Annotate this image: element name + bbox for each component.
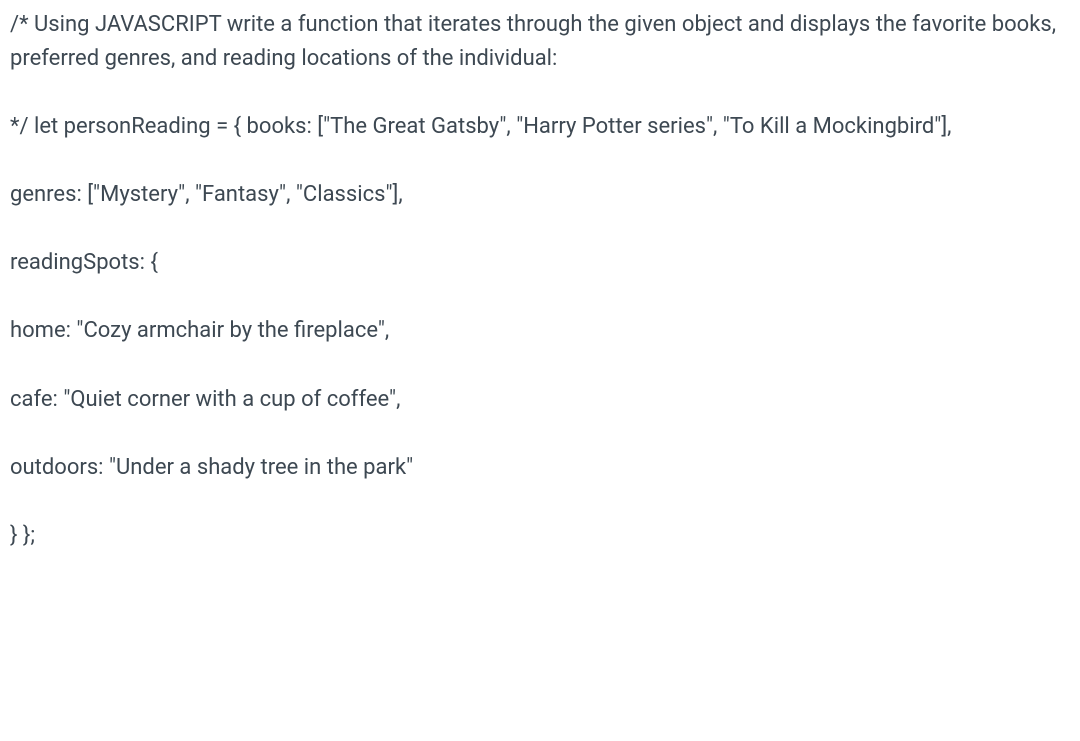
code-genres: genres: ["Mystery", "Fantasy", "Classics… <box>10 178 1070 212</box>
code-let-declaration: */ let personReading = { books: ["The Gr… <box>10 110 1070 144</box>
code-readingspots-open: readingSpots: { <box>10 246 1070 280</box>
comment-instruction: /* Using JAVASCRIPT write a function tha… <box>10 8 1070 76</box>
code-outdoors: outdoors: "Under a shady tree in the par… <box>10 451 1070 485</box>
code-close: } }; <box>10 519 1070 553</box>
code-cafe: cafe: "Quiet corner with a cup of coffee… <box>10 383 1070 417</box>
code-home: home: "Cozy armchair by the fireplace", <box>10 314 1070 348</box>
